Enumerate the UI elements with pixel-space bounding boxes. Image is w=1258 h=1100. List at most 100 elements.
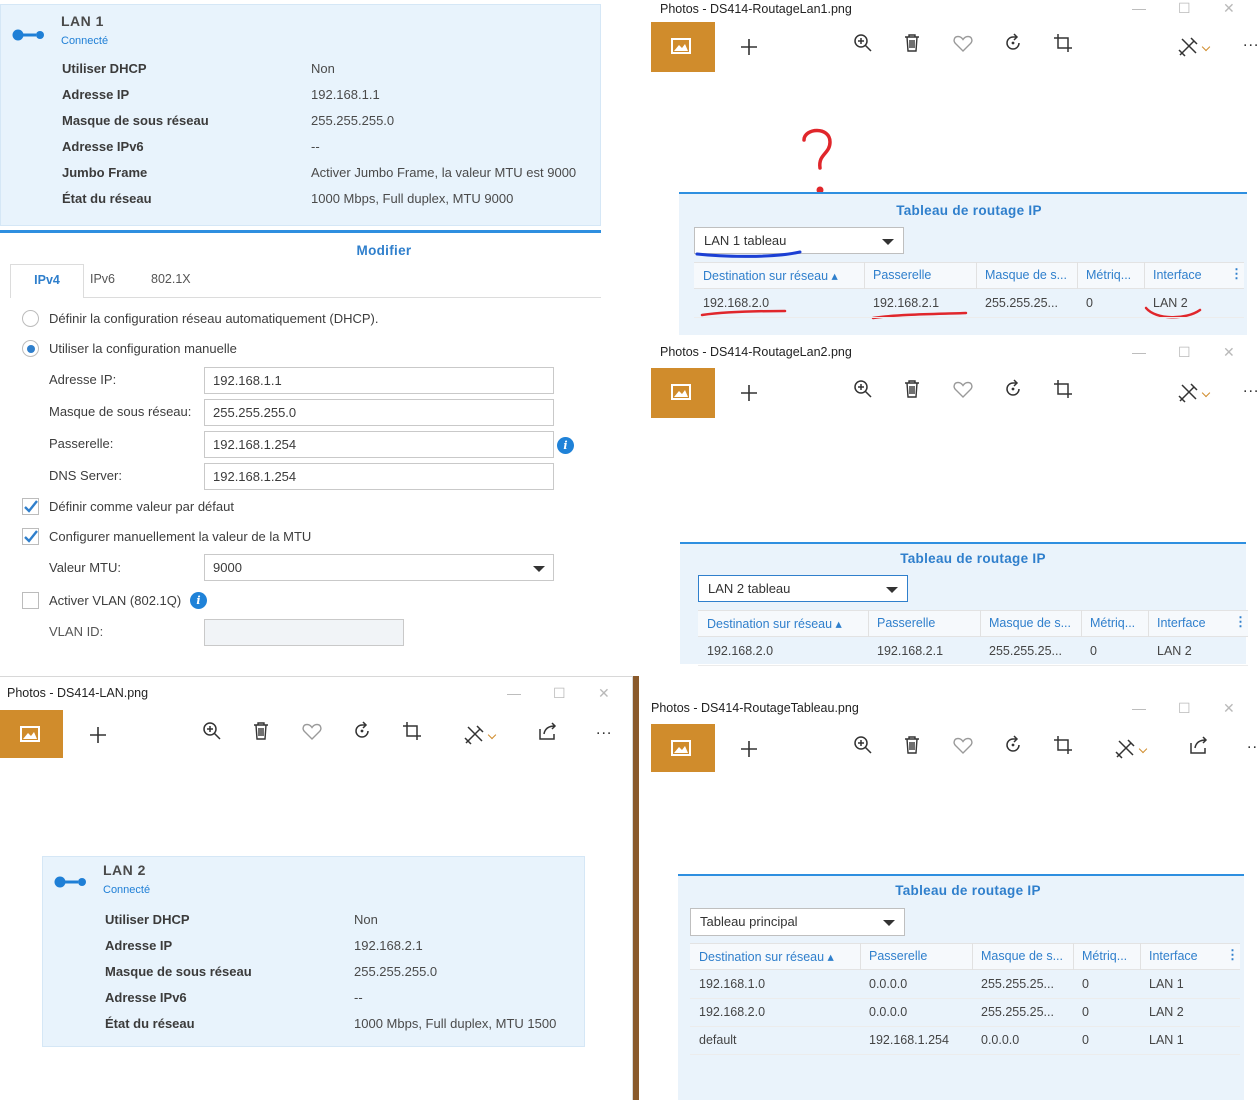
table-header-cell[interactable]: Masque de s...	[985, 268, 1067, 282]
ip-address-input[interactable]: 192.168.1.1	[204, 367, 554, 394]
tab-ipv6[interactable]: IPv6	[90, 272, 115, 286]
chevron-down-icon[interactable]	[487, 730, 497, 740]
close-icon[interactable]: ✕	[598, 685, 610, 702]
chevron-down-icon[interactable]	[1201, 42, 1211, 52]
trash-icon[interactable]	[900, 377, 924, 401]
edit-icon[interactable]	[462, 723, 486, 747]
column-menu-icon[interactable]: ⋮	[1230, 266, 1243, 282]
photos-window-lan: Photos - DS414-LAN.png — ☐ ✕ ... LAN 2 Con…	[0, 676, 633, 1100]
table-header-cell[interactable]: Passerelle	[869, 949, 927, 963]
vlan-checkbox[interactable]	[22, 592, 39, 609]
crop-icon[interactable]	[400, 719, 424, 743]
heart-icon[interactable]	[951, 377, 975, 401]
rotate-icon[interactable]	[350, 719, 374, 743]
maximize-icon[interactable]: ☐	[1178, 344, 1191, 361]
check-mtu-checkbox[interactable]	[22, 528, 39, 545]
add-icon[interactable]	[737, 737, 761, 761]
zoom-in-icon[interactable]	[200, 719, 224, 743]
add-icon[interactable]	[737, 35, 761, 59]
column-menu-icon[interactable]: ⋮	[1226, 947, 1239, 963]
edit-icon[interactable]	[1176, 381, 1200, 405]
edit-icon[interactable]	[1113, 737, 1137, 761]
share-icon[interactable]	[536, 719, 560, 743]
tab-8021x[interactable]: 802.1X	[151, 272, 191, 286]
gateway-input[interactable]: 192.168.1.254	[204, 431, 554, 458]
photo-tile[interactable]	[651, 724, 715, 772]
heart-icon[interactable]	[951, 733, 975, 757]
maximize-icon[interactable]: ☐	[1178, 700, 1191, 717]
table-header-cell[interactable]: Interface	[1149, 949, 1198, 963]
zoom-in-icon[interactable]	[851, 377, 875, 401]
photo-tile[interactable]	[651, 22, 715, 72]
maximize-icon[interactable]: ☐	[1178, 0, 1191, 17]
window-titlebar: Photos - DS414-LAN.png — ☐ ✕	[0, 677, 632, 709]
zoom-in-icon[interactable]	[851, 31, 875, 55]
vlan-info-icon[interactable]: i	[190, 592, 207, 609]
add-icon[interactable]	[737, 381, 761, 405]
tab-ipv4[interactable]: IPv4	[10, 264, 84, 298]
table-header-cell[interactable]: Destination sur réseau ▴	[703, 268, 838, 283]
table-header-cell[interactable]: Passerelle	[873, 268, 931, 282]
close-icon[interactable]: ✕	[1223, 344, 1235, 361]
radio-dhcp[interactable]	[22, 310, 39, 327]
mtu-select[interactable]: 9000	[204, 554, 554, 581]
add-icon[interactable]	[86, 723, 110, 747]
rotate-icon[interactable]	[1001, 733, 1025, 757]
table-header-cell[interactable]: Passerelle	[877, 616, 935, 630]
photo-tile[interactable]	[0, 710, 63, 758]
heart-icon[interactable]	[951, 31, 975, 55]
detail-label: Utiliser DHCP	[105, 912, 190, 927]
table-header-cell[interactable]: Métriq...	[1086, 268, 1131, 282]
rotate-icon[interactable]	[1001, 31, 1025, 55]
table-header-cell[interactable]: Masque de s...	[989, 616, 1071, 630]
photos-window-routage-lan1: Photos - DS414-RoutageLan1.png — ☐ ✕ ... T…	[651, 0, 1258, 336]
subnet-mask-input[interactable]: 255.255.255.0	[204, 399, 554, 426]
column-separator	[972, 943, 973, 970]
route-table-select[interactable]: Tableau principal	[690, 908, 905, 936]
dns-server-input[interactable]: 192.168.1.254	[204, 463, 554, 490]
more-icon[interactable]: ...	[1243, 379, 1258, 397]
trash-icon[interactable]	[900, 733, 924, 757]
crop-icon[interactable]	[1051, 733, 1075, 757]
table-header-cell[interactable]: Métriq...	[1090, 616, 1135, 630]
trash-icon[interactable]	[900, 31, 924, 55]
rotate-icon[interactable]	[1001, 377, 1025, 401]
gateway-info-icon[interactable]: i	[557, 437, 574, 454]
close-icon[interactable]: ✕	[1223, 0, 1235, 17]
minimize-icon[interactable]: —	[1132, 0, 1146, 16]
check-default-checkbox[interactable]	[22, 498, 39, 515]
maximize-icon[interactable]: ☐	[553, 685, 566, 702]
crop-icon[interactable]	[1051, 377, 1075, 401]
vlan-id-input[interactable]	[204, 619, 404, 646]
table-header-cell[interactable]: Masque de s...	[981, 949, 1063, 963]
table-header-cell[interactable]: Interface	[1157, 616, 1206, 630]
minimize-icon[interactable]: —	[1132, 700, 1146, 716]
detail-label: Jumbo Frame	[62, 165, 148, 180]
edit-icon[interactable]	[1176, 35, 1200, 59]
column-menu-icon[interactable]: ⋮	[1234, 614, 1247, 630]
photo-tile[interactable]	[651, 368, 715, 418]
route-table-select[interactable]: LAN 2 tableau	[698, 575, 908, 602]
share-icon[interactable]	[1187, 733, 1211, 757]
table-header-cell[interactable]: Interface	[1153, 268, 1202, 282]
red-underline-gateway	[871, 311, 968, 320]
more-icon[interactable]: ...	[596, 721, 612, 739]
chevron-down-icon[interactable]	[1201, 388, 1211, 398]
minimize-icon[interactable]: —	[1132, 344, 1146, 360]
table-cell: 0	[1082, 977, 1089, 991]
more-icon[interactable]: ...	[1247, 735, 1258, 753]
heart-icon[interactable]	[300, 719, 324, 743]
table-header-cell[interactable]: Destination sur réseau ▴	[699, 949, 834, 964]
more-icon[interactable]: ...	[1243, 33, 1258, 51]
zoom-in-icon[interactable]	[851, 733, 875, 757]
trash-icon[interactable]	[249, 719, 273, 743]
table-header-cell[interactable]: Métriq...	[1082, 949, 1127, 963]
radio-manual[interactable]	[22, 340, 39, 357]
chevron-down-icon[interactable]	[1138, 744, 1148, 754]
table-header-cell[interactable]: Destination sur réseau ▴	[707, 616, 842, 631]
minimize-icon[interactable]: —	[507, 685, 521, 701]
mtu-label: Valeur MTU:	[49, 560, 121, 575]
close-icon[interactable]: ✕	[1223, 700, 1235, 717]
crop-icon[interactable]	[1051, 31, 1075, 55]
table-cell: LAN 1	[1149, 977, 1184, 991]
